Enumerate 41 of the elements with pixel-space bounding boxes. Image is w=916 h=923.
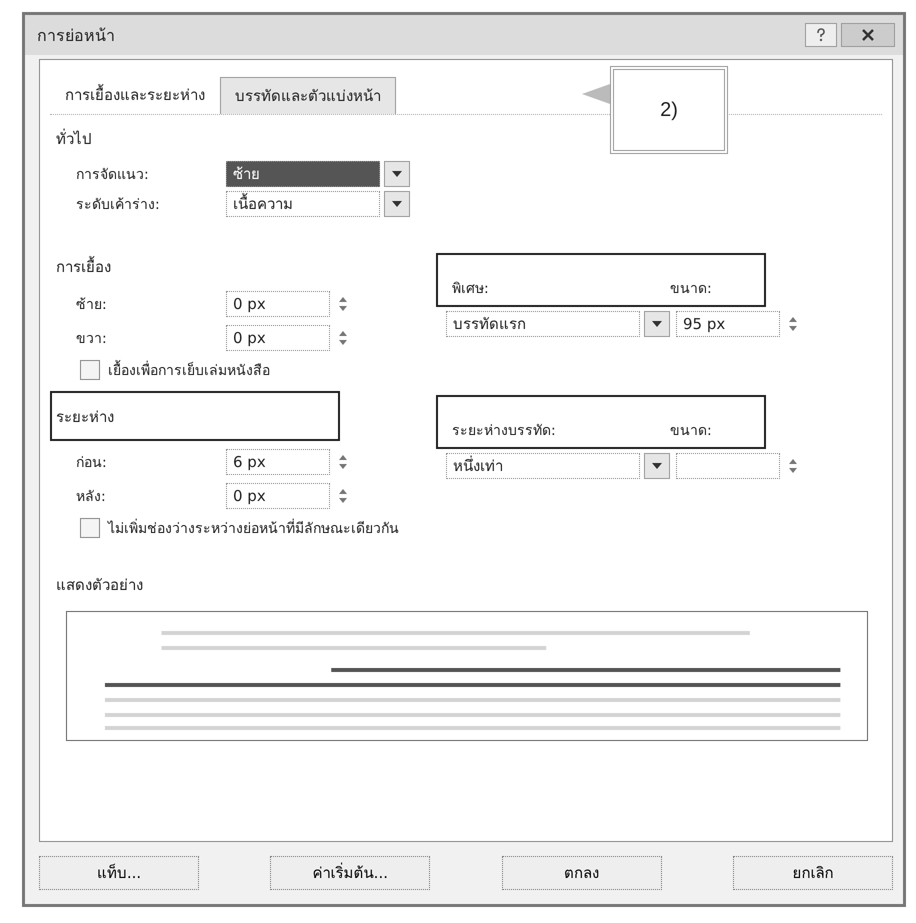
callout-label: 2) — [660, 98, 678, 122]
tab[interactable]: บรรทัดและตัวแบ่งหน้า — [220, 77, 396, 114]
section-heading: แสดงตัวอย่าง — [56, 575, 144, 596]
caret-icon[interactable] — [384, 191, 410, 217]
spin-field[interactable]: 95 px — [676, 311, 780, 337]
window-title: การย่อหน้า — [37, 24, 116, 46]
checkbox[interactable] — [80, 518, 100, 538]
field-label: หลัง: — [76, 488, 107, 507]
spin-field[interactable]: 0 px — [226, 483, 330, 509]
dropdown-field[interactable]: ซ้าย — [226, 161, 380, 187]
section-heading: ทั่วไป — [56, 128, 93, 150]
checkbox-label: ไม่เพิ่มช่องว่างระหว่างย่อหน้าที่มีลักษณะเดียวกัน — [108, 517, 399, 539]
section-heading: ระยะห่าง — [56, 407, 114, 428]
field-label: การจัดแนว: — [76, 166, 150, 185]
dialog-button[interactable]: แท็บ... — [39, 856, 199, 890]
caret-icon[interactable] — [644, 311, 670, 337]
field-label: ขนาด: — [670, 280, 713, 299]
spin-field[interactable]: 6 px — [226, 449, 330, 475]
checkbox[interactable] — [80, 360, 100, 380]
close-icon[interactable] — [841, 23, 895, 47]
dropdown-field[interactable]: เนื้อความ — [226, 191, 380, 217]
section-heading: การเยื้อง — [56, 255, 112, 278]
spin-field[interactable]: 0 px — [226, 291, 330, 317]
dropdown-field[interactable]: หนึ่งเท่า — [446, 453, 640, 479]
spin-field[interactable] — [676, 453, 780, 479]
dialog-button[interactable]: ยกเลิก — [732, 856, 893, 890]
field-label: ขวา: — [76, 330, 108, 349]
dialog-button[interactable]: ค่าเริ่มต้น... — [270, 856, 430, 890]
field-label: ก่อน: — [76, 454, 108, 473]
field-label: ขนาด: — [670, 422, 713, 441]
field-label: ระดับเค้าร่าง: — [76, 196, 161, 215]
caret-icon[interactable] — [644, 453, 670, 479]
help-icon[interactable] — [805, 23, 837, 47]
field-label: ซ้าย: — [76, 296, 108, 315]
dropdown-field[interactable]: บรรทัดแรก — [446, 311, 640, 337]
checkbox-label: เยื้องเพื่อการเย็บเล่มหนังสือ — [108, 359, 270, 381]
field-label: พิเศษ: — [452, 280, 490, 299]
caret-icon[interactable] — [384, 161, 410, 187]
spin-field[interactable]: 0 px — [226, 325, 330, 351]
field-label: ระยะห่างบรรทัด: — [452, 422, 557, 441]
dialog-button[interactable]: ตกลง — [502, 856, 662, 890]
